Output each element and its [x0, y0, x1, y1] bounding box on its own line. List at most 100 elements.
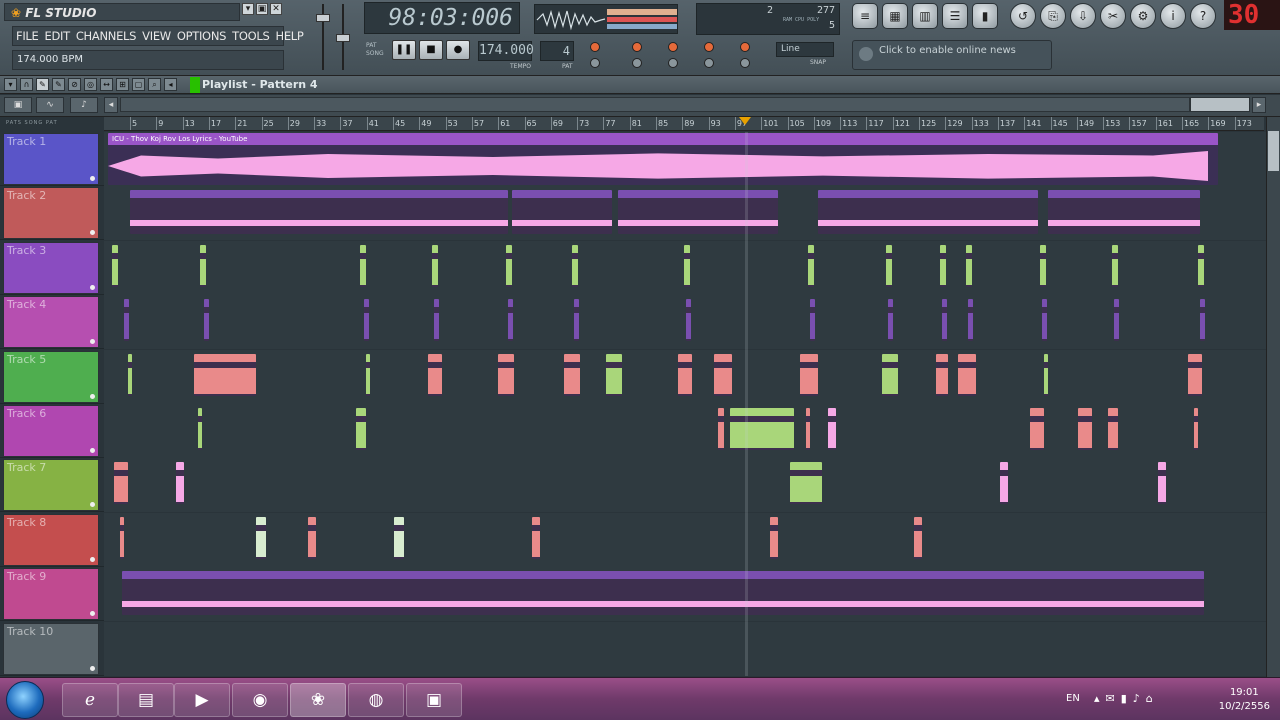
pattern-clip[interactable]	[914, 516, 922, 559]
pattern-clip[interactable]	[940, 244, 946, 287]
playlist-shortcut-icon[interactable]: ≡	[852, 3, 878, 29]
render-icon[interactable]: ⇩	[1070, 3, 1096, 29]
pat-song-switch[interactable]: PAT SONG	[366, 42, 384, 58]
track-label[interactable]: Track 9	[3, 568, 99, 621]
pattern-clip[interactable]	[808, 244, 814, 287]
pattern-clip[interactable]	[574, 299, 579, 342]
mixer-icon[interactable]: ▮	[972, 3, 998, 29]
online-news-panel[interactable]: Click to enable online news	[852, 40, 1052, 70]
menu-view[interactable]: VIEW	[139, 27, 174, 45]
pattern-clip[interactable]	[810, 299, 815, 342]
pattern-view-button[interactable]: ▣	[4, 97, 32, 113]
slip-tool-icon[interactable]: ↔	[100, 78, 113, 91]
internet-explorer-icon[interactable]: ℯ	[62, 683, 118, 717]
pattern-clip[interactable]	[770, 516, 778, 559]
pattern-clip[interactable]	[958, 353, 976, 396]
pattern-clip[interactable]	[512, 190, 612, 235]
speaker-tool-icon[interactable]: ◂	[164, 78, 177, 91]
pattern-clip[interactable]	[364, 299, 369, 342]
song-mode-label[interactable]: SONG	[366, 50, 384, 58]
pitch-knob[interactable]	[336, 34, 350, 42]
track-label[interactable]: Track 1	[3, 133, 99, 185]
pattern-clip[interactable]	[828, 408, 836, 450]
pattern-clip[interactable]	[508, 299, 513, 342]
master-volume-slider[interactable]	[316, 4, 330, 70]
pattern-clip[interactable]	[1000, 462, 1008, 505]
snap-magnet-icon[interactable]: ∩	[20, 78, 33, 91]
track-lane[interactable]	[104, 404, 1266, 458]
paint-tool-icon[interactable]: ✎	[52, 78, 65, 91]
pattern-clip[interactable]	[888, 299, 893, 342]
info-icon[interactable]: i	[1160, 3, 1186, 29]
pattern-clip[interactable]	[966, 244, 972, 287]
zoom-tool-icon[interactable]: ⌕	[148, 78, 161, 91]
vertical-scroll-thumb[interactable]	[1268, 131, 1279, 171]
news-text[interactable]: Click to enable online news	[879, 45, 1016, 56]
save-icon[interactable]: ⎘	[1040, 3, 1066, 29]
pattern-clip[interactable]	[204, 299, 209, 342]
pattern-clip[interactable]	[806, 408, 810, 450]
pattern-clip[interactable]	[718, 408, 724, 450]
pattern-clip[interactable]	[368, 190, 508, 235]
pattern-clip[interactable]	[730, 408, 794, 450]
pattern-clip[interactable]	[882, 353, 898, 396]
track-label[interactable]: Track 5	[3, 350, 99, 403]
record-option-3[interactable]	[668, 42, 678, 52]
pattern-clip[interactable]	[564, 353, 580, 396]
pattern-clip[interactable]	[1108, 408, 1118, 450]
undo-icon[interactable]: ↺	[1010, 3, 1036, 29]
start-button[interactable]	[6, 681, 44, 719]
pattern-clip[interactable]	[176, 462, 184, 505]
track-lane[interactable]: ICU - Thov Koj Rov Los Lyrics - YouTube	[104, 132, 1266, 186]
track-lane[interactable]	[104, 458, 1266, 513]
pattern-clip[interactable]	[1188, 353, 1202, 396]
track-label[interactable]: Track 6	[3, 405, 99, 457]
pattern-clip[interactable]	[1030, 408, 1044, 450]
vertical-scrollbar[interactable]	[1266, 117, 1280, 677]
language-indicator[interactable]: EN	[1066, 693, 1080, 704]
volume-knob[interactable]	[316, 14, 330, 22]
pattern-clip[interactable]	[506, 244, 512, 287]
song-position-display[interactable]: 98:03:006	[364, 2, 520, 34]
track-lane[interactable]	[104, 186, 1266, 241]
pattern-clip[interactable]	[112, 244, 118, 287]
pattern-clip[interactable]	[122, 571, 1204, 616]
track-lane[interactable]	[104, 621, 1266, 676]
tempo-display[interactable]: 174.000	[478, 41, 534, 61]
pattern-clip[interactable]	[366, 353, 370, 396]
track-enable-indicator[interactable]	[90, 230, 95, 236]
horizontal-scroll-thumb[interactable]	[1190, 97, 1250, 112]
pattern-clip[interactable]	[678, 353, 692, 396]
track-enable-indicator[interactable]	[90, 393, 95, 399]
pattern-clip[interactable]	[818, 190, 1038, 235]
snap-selector[interactable]: Line	[776, 42, 834, 57]
chrome-icon[interactable]: ◉	[232, 683, 288, 717]
pattern-clip[interactable]	[356, 408, 366, 450]
pattern-clip[interactable]	[498, 353, 514, 396]
mute-tool-icon[interactable]: ◎	[84, 78, 97, 91]
track-enable-indicator[interactable]	[90, 448, 95, 453]
menu-help[interactable]: HELP	[272, 27, 306, 45]
delete-tool-icon[interactable]: ⊘	[68, 78, 81, 91]
track-lane[interactable]	[104, 349, 1266, 404]
audio-clip[interactable]: ICU - Thov Koj Rov Los Lyrics - YouTube	[108, 133, 1218, 185]
track-lane[interactable]	[104, 240, 1266, 295]
record-option-6[interactable]	[590, 58, 600, 68]
pattern-clip[interactable]	[606, 353, 622, 396]
browser-icon[interactable]: ☰	[942, 3, 968, 29]
track-lane[interactable]	[104, 567, 1266, 622]
horizontal-scrollbar[interactable]	[120, 97, 1190, 112]
pattern-clip[interactable]	[684, 244, 690, 287]
menu-edit[interactable]: EDIT	[41, 27, 72, 45]
step-sequencer-icon[interactable]: ▦	[882, 3, 908, 29]
menu-tools[interactable]: TOOLS	[229, 27, 272, 45]
pattern-clip[interactable]	[360, 244, 366, 287]
network-app-icon[interactable]: ▣	[406, 683, 462, 717]
record-option-7[interactable]	[632, 58, 642, 68]
record-option-4[interactable]	[704, 42, 714, 52]
pattern-clip[interactable]	[1042, 299, 1047, 342]
track-enable-indicator[interactable]	[90, 502, 95, 508]
settings-icon[interactable]: ⚙	[1130, 3, 1156, 29]
pattern-clip[interactable]	[120, 516, 124, 559]
audio-view-button[interactable]: ♪	[70, 97, 98, 113]
